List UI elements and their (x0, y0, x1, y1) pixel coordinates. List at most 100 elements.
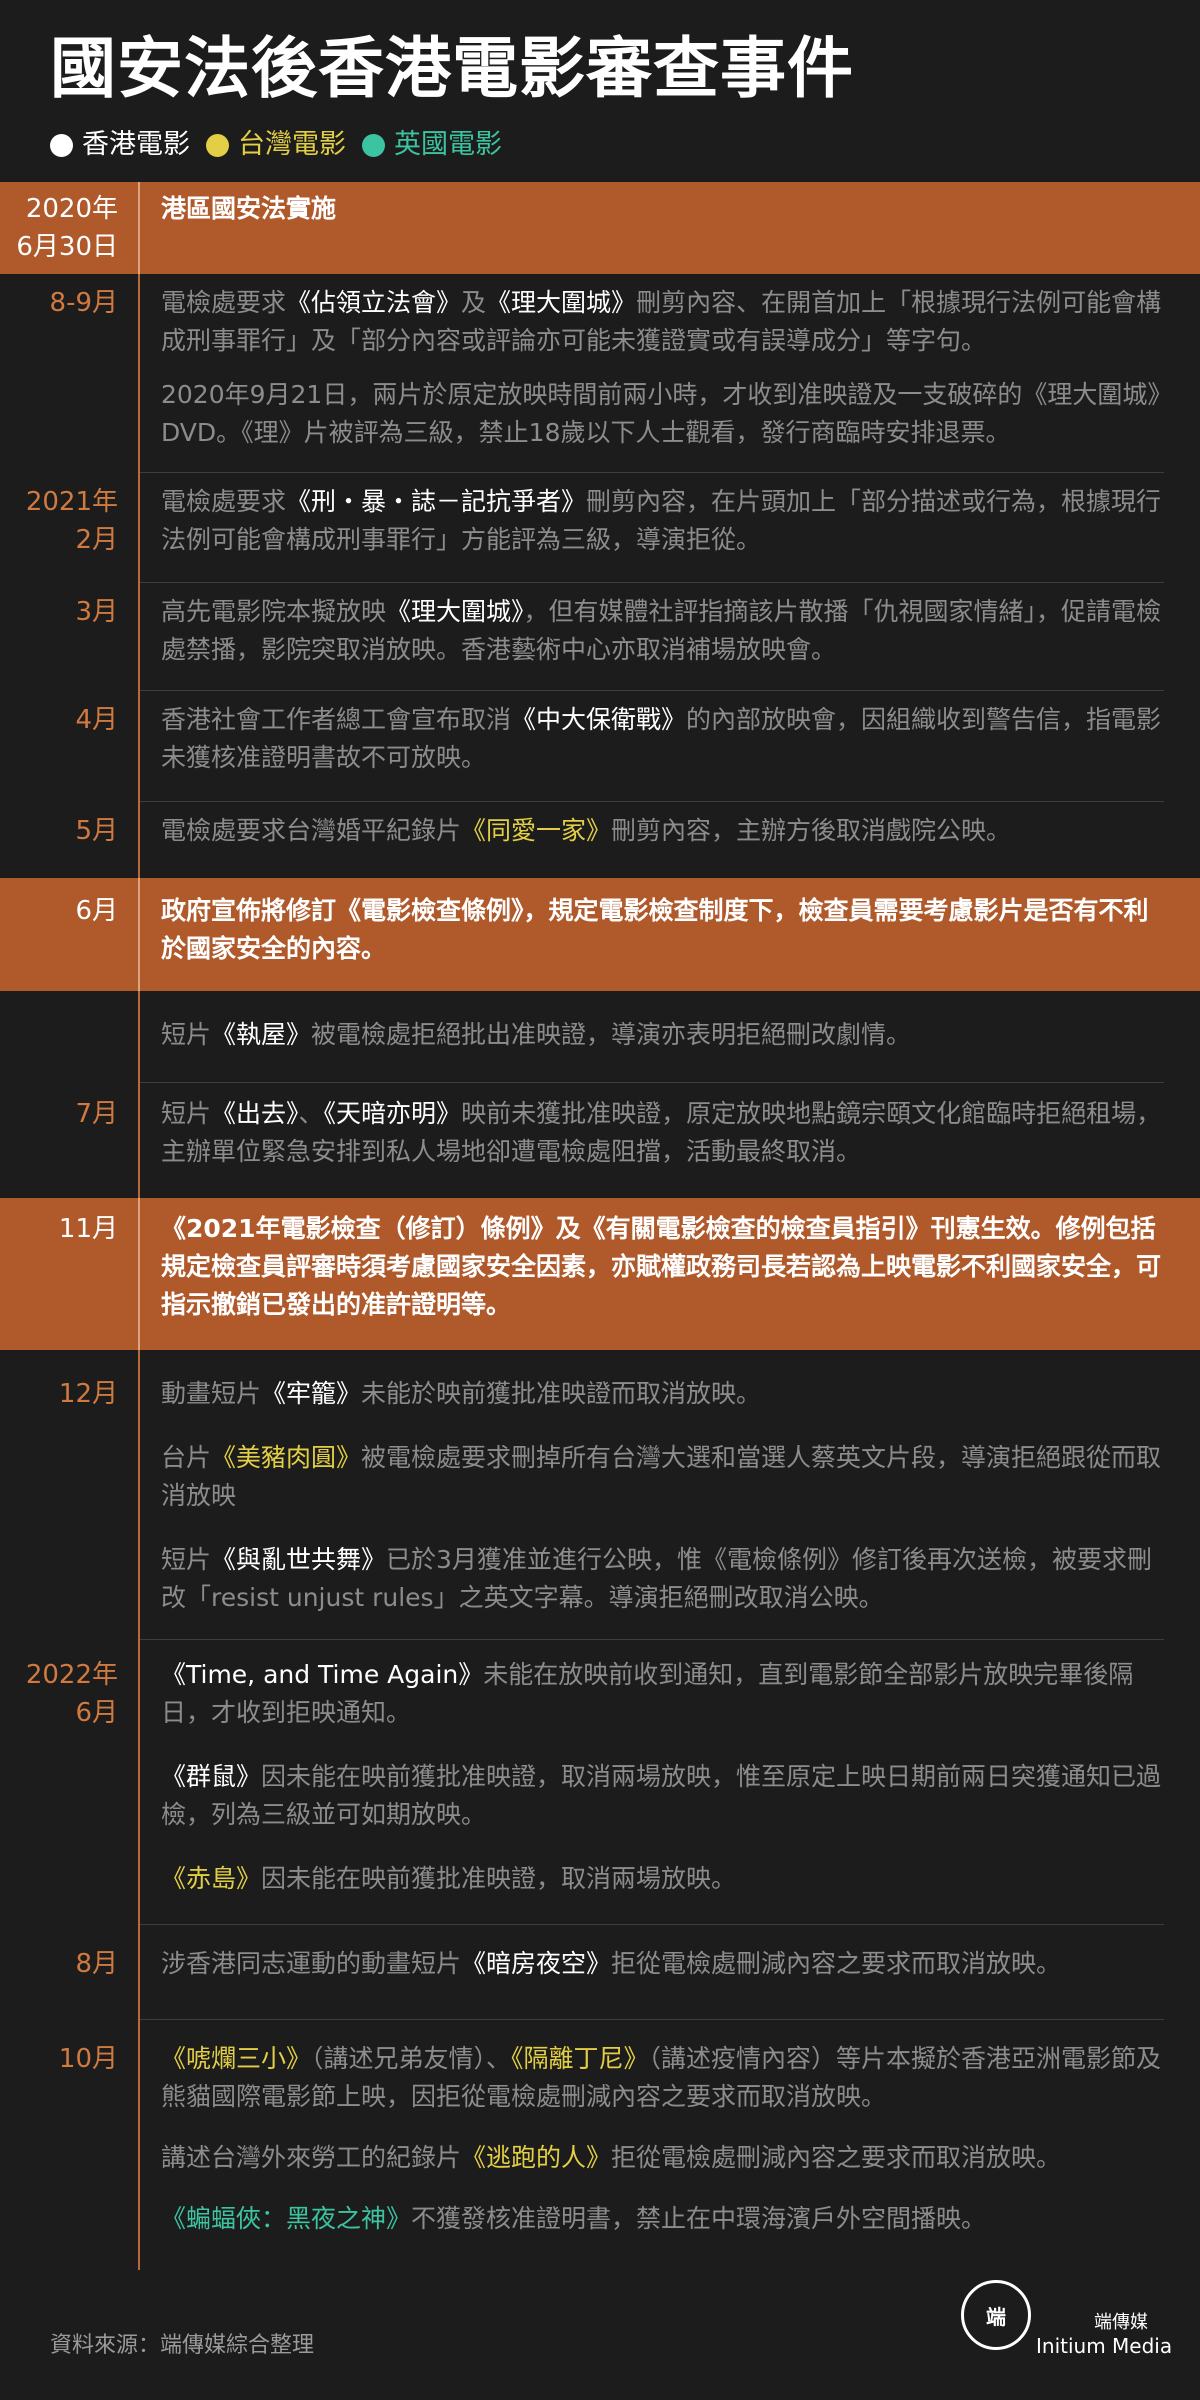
film-title: 《牢籠》 (261, 1379, 362, 1408)
brand-name-chinese: 端傳媒 (1094, 2312, 1148, 2333)
timeline-highlight-row: 6月 政府宣佈將修訂《電影檢查條例》，規定電影檢查制度下，檢查員需要考慮影片是否有… (0, 878, 1200, 991)
event-description: 《2021年電影檢查（修訂）條例》及《有關電影檢查的檢查員指引》刊憲生效。修例包… (161, 1210, 1164, 1324)
timeline-row: 3月 高先電影院本擬放映《理大圍城》，但有媒體社評指摘該片散播「仇視國家情緒」，促… (0, 583, 1200, 691)
legend-dot-icon (50, 133, 73, 157)
event-text: 香港社會工作者總工會宣布取消 (161, 705, 512, 734)
timeline-row: 12月 動畫短片《牢籠》未能於映前獲批准映證而取消放映。 台片《美豬肉圓》被電檢處要… (0, 1350, 1200, 1640)
event-description: 港區國安法實施 (161, 190, 1164, 228)
film-title: 《刑・暴・誌－記抗爭者》 (286, 487, 587, 516)
film-title: 《Time, and Time Again》 (161, 1660, 484, 1689)
event-text: 電檢處要求台灣婚平紀錄片 (161, 816, 462, 845)
event-text: 拒從電檢處刪減內容之要求而取消放映。 (611, 2143, 1062, 2172)
event-description: 電檢處要求台灣婚平紀錄片《同愛一家》刪剪內容，主辦方後取消戲院公映。 (161, 812, 1164, 850)
film-title: 《中大保衛戰》 (511, 705, 687, 734)
event-date: 2020年 6月30日 (0, 182, 140, 274)
film-title: 《出去》 (211, 1099, 299, 1128)
event-text: 涉香港同志運動的動畫短片 (161, 1949, 462, 1978)
event-date: 4月 (0, 691, 140, 802)
event-body: 涉香港同志運動的動畫短片《暗房夜空》拒從電檢處刪減內容之要求而取消放映。 (140, 1925, 1200, 2020)
event-text: 電檢處要求 (161, 487, 287, 516)
legend-label: 台灣電影 (238, 129, 346, 160)
film-title: 《佔領立法會》 (286, 288, 462, 317)
initium-logo-icon: 端 (961, 2280, 1031, 2350)
legend-item: 香港電影 (50, 127, 190, 163)
film-title: 《群鼠》 (161, 1762, 262, 1791)
film-title: 《天暗亦明》 (323, 1099, 462, 1128)
film-title: 《唬爛三小》 (161, 2044, 312, 2073)
event-date: 7月 (0, 1083, 140, 1198)
timeline-row: 10月 《唬爛三小》（講述兄弟友情）、《隔離丁尼》（講述疫情內容）等片本擬於香港亞… (0, 2020, 1200, 2270)
event-text: 刪剪內容，主辦方後取消戲院公映。 (611, 816, 1012, 845)
event-description: 電檢處要求《佔領立法會》及《理大圍城》刪剪內容、在開首加上「根據現行法例可能會構… (161, 284, 1164, 360)
event-text: （講述兄弟友情）、 (311, 2044, 512, 2073)
event-date: 3月 (0, 583, 140, 691)
timeline-highlight-row: 2020年 6月30日 港區國安法實施 (0, 182, 1200, 274)
event-date: 6月 (0, 878, 140, 991)
event-date: 5月 (0, 802, 140, 878)
film-title: 《逃跑的人》 (461, 2143, 612, 2172)
page-title: 國安法後香港電影審查事件 (50, 30, 854, 107)
event-text: 動畫短片 (161, 1379, 262, 1408)
event-description: 短片《執屋》被電檢處拒絕批出准映證，導演亦表明拒絕刪改劇情。 (161, 1016, 1164, 1054)
event-body: 政府宣佈將修訂《電影檢查條例》，規定電影檢查制度下，檢查員需要考慮影片是否有不利… (140, 878, 1200, 991)
event-date (0, 991, 140, 1083)
event-body: 電檢處要求《佔領立法會》及《理大圍城》刪剪內容、在開首加上「根據現行法例可能會構… (140, 274, 1200, 473)
timeline-highlight-row: 11月 《2021年電影檢查（修訂）條例》及《有關電影檢查的檢查員指引》刊憲生效。… (0, 1198, 1200, 1350)
event-date: 10月 (0, 2020, 140, 2270)
event-body: 短片《執屋》被電檢處拒絕批出准映證，導演亦表明拒絕刪改劇情。 (140, 991, 1200, 1083)
timeline-row: 2021年 2月 電檢處要求《刑・暴・誌－記抗爭者》刪剪內容，在片頭加上「部分描述… (0, 473, 1200, 583)
event-description: 短片《與亂世共舞》已於3月獲准並進行公映，惟《電檢條例》修訂後再次送檢，被要求刪… (161, 1541, 1164, 1617)
event-body: 電檢處要求《刑・暴・誌－記抗爭者》刪剪內容，在片頭加上「部分描述或行為，根據現行… (140, 473, 1200, 583)
event-body: 電檢處要求台灣婚平紀錄片《同愛一家》刪剪內容，主辦方後取消戲院公映。 (140, 802, 1200, 878)
event-description: 《蝙蝠俠：黑夜之神》不獲發核准證明書，禁止在中環海濱戶外空間播映。 (161, 2200, 1164, 2238)
event-text: 、 (298, 1099, 324, 1128)
event-text: 不獲發核准證明書，禁止在中環海濱戶外空間播映。 (411, 2204, 987, 2233)
event-text: 因未能在映前獲批准映證，取消兩場放映。 (261, 1864, 737, 1893)
event-text: 及 (461, 288, 487, 317)
film-title: 《美豬肉圓》 (211, 1443, 362, 1472)
event-body: 短片《出去》、《天暗亦明》映前未獲批准映證，原定放映地點鏡宗頤文化館臨時拒絕租場… (140, 1083, 1200, 1198)
event-description: 《赤島》因未能在映前獲批准映證，取消兩場放映。 (161, 1860, 1164, 1898)
source-note: 資料來源：端傳媒綜合整理 (50, 2333, 315, 2358)
legend: 香港電影 台灣電影 英國電影 (50, 127, 518, 163)
event-description: 台片《美豬肉圓》被電檢處要求刪掉所有台灣大選和當選人蔡英文片段，導演拒絕跟從而取… (161, 1439, 1164, 1515)
event-text: 台片 (161, 1443, 212, 1472)
legend-dot-icon (206, 133, 229, 157)
event-text: 被電檢處拒絕批出准映證，導演亦表明拒絕刪改劇情。 (311, 1020, 912, 1049)
event-description: 電檢處要求《刑・暴・誌－記抗爭者》刪剪內容，在片頭加上「部分描述或行為，根據現行… (161, 483, 1164, 559)
event-description: 政府宣佈將修訂《電影檢查條例》，規定電影檢查制度下，檢查員需要考慮影片是否有不利… (161, 892, 1164, 968)
timeline-row: 8月 涉香港同志運動的動畫短片《暗房夜空》拒從電檢處刪減內容之要求而取消放映。 (0, 1925, 1200, 2020)
event-text: 高先電影院本擬放映 (161, 597, 387, 626)
film-title: 《理大圍城》 (386, 597, 524, 626)
event-text: 未能於映前獲批准映證而取消放映。 (361, 1379, 762, 1408)
event-description: 《唬爛三小》（講述兄弟友情）、《隔離丁尼》（講述疫情內容）等片本擬於香港亞洲電影… (161, 2040, 1164, 2116)
event-text: 《2021年電影檢查（修訂）條例》及《有關電影檢查的檢查員指引》刊憲生效。修例包… (161, 1214, 1162, 1319)
film-title: 《赤島》 (161, 1864, 262, 1893)
film-title: 《執屋》 (211, 1020, 312, 1049)
event-text: 港區國安法實施 (161, 194, 337, 223)
event-date: 2021年 2月 (0, 473, 140, 583)
timeline-row: 7月 短片《出去》、《天暗亦明》映前未獲批准映證，原定放映地點鏡宗頤文化館臨時拒絕… (0, 1083, 1200, 1198)
event-text: 因未能在映前獲批准映證，取消兩場放映，惟至原定上映日期前兩日突獲通知已過檢，列為… (161, 1762, 1162, 1829)
film-title: 《隔離丁尼》 (511, 2044, 649, 2073)
event-text: 政府宣佈將修訂《電影檢查條例》，規定電影檢查制度下，檢查員需要考慮影片是否有不利… (161, 896, 1149, 963)
event-description: 2020年9月21日，兩片於原定放映時間前兩小時，才收到准映證及一支破碎的《理大… (161, 376, 1164, 452)
event-body: 動畫短片《牢籠》未能於映前獲批准映證而取消放映。台片《美豬肉圓》被電檢處要求刪掉… (140, 1350, 1200, 1640)
event-body: 《唬爛三小》（講述兄弟友情）、《隔離丁尼》（講述疫情內容）等片本擬於香港亞洲電影… (140, 2020, 1200, 2270)
event-date: 8月 (0, 1925, 140, 2020)
event-text: 短片 (161, 1099, 212, 1128)
brand-name-english: Initium Media (1036, 2334, 1173, 2358)
event-text: 電檢處要求 (161, 288, 287, 317)
event-body: 《2021年電影檢查（修訂）條例》及《有關電影檢查的檢查員指引》刊憲生效。修例包… (140, 1198, 1200, 1350)
event-body: 香港社會工作者總工會宣布取消《中大保衛戰》的內部放映會，因組織收到警告信，指電影… (140, 691, 1200, 802)
event-description: 涉香港同志運動的動畫短片《暗房夜空》拒從電檢處刪減內容之要求而取消放映。 (161, 1945, 1164, 1983)
timeline-row: 短片《執屋》被電檢處拒絕批出准映證，導演亦表明拒絕刪改劇情。 (0, 991, 1200, 1083)
event-description: 《Time, and Time Again》未能在放映前收到通知，直到電影節全部… (161, 1656, 1164, 1732)
event-description: 高先電影院本擬放映《理大圍城》，但有媒體社評指摘該片散播「仇視國家情緒」，促請電… (161, 593, 1164, 669)
event-text: 短片 (161, 1545, 212, 1574)
legend-item: 台灣電影 (206, 127, 346, 163)
timeline-row: 2022年 6月 《Time, and Time Again》未能在放映前收到通知… (0, 1640, 1200, 1925)
film-title: 《暗房夜空》 (461, 1949, 612, 1978)
legend-label: 香港電影 (82, 129, 190, 160)
event-date: 8-9月 (0, 274, 140, 473)
